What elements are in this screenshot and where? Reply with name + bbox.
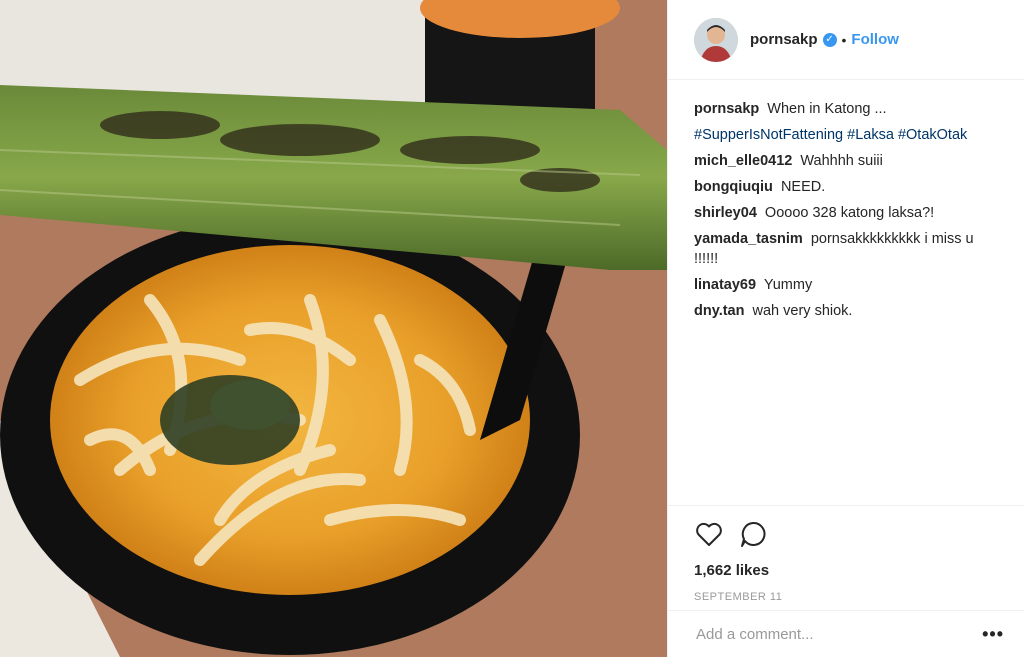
comment-username[interactable]: dny.tan <box>694 303 744 319</box>
hashtag-link[interactable]: #OtakOtak <box>898 127 967 143</box>
hashtag-link[interactable]: #Laksa <box>847 127 894 143</box>
instagram-post: pornsakp ✓ • Follow pornsakp When in Kat… <box>0 0 1024 657</box>
comment-item: dny.tan wah very shiok. <box>694 298 998 324</box>
verified-badge-icon: ✓ <box>822 32 837 47</box>
speech-bubble-icon[interactable] <box>738 519 768 549</box>
comment-item: yamada_tasnim pornsakkkkkkkkk i miss u !… <box>694 229 998 269</box>
comment-item: shirley04 Ooooo 328 katong laksa?! <box>694 200 998 226</box>
heart-icon[interactable] <box>694 519 724 549</box>
post-date[interactable]: SEPTEMBER 11 <box>694 591 998 603</box>
post-header: pornsakp ✓ • Follow <box>668 0 1024 80</box>
caption-username[interactable]: pornsakp <box>694 101 759 117</box>
comment-list: pornsakp When in Katong ... #SupperIsNot… <box>668 80 1024 324</box>
post-sidebar: pornsakp ✓ • Follow pornsakp When in Kat… <box>667 0 1024 657</box>
comment-item: linatay69 Yummy <box>694 272 998 298</box>
laksa-photo-illustration <box>0 0 667 657</box>
action-icons <box>694 516 998 552</box>
comment-item: mich_elle0412 Wahhhh suiii <box>694 148 998 174</box>
comment-username[interactable]: mich_elle0412 <box>694 153 792 169</box>
comment-text: Wahhhh suiii <box>800 153 883 169</box>
comment-username[interactable]: yamada_tasnim <box>694 231 803 247</box>
comment-text: NEED. <box>780 179 826 195</box>
likes-count[interactable]: 1,662 likes <box>694 562 998 579</box>
more-options-icon[interactable]: ••• <box>982 624 1004 645</box>
follow-button[interactable]: Follow <box>851 31 899 48</box>
comment-username[interactable]: bongqiuqiu <box>694 179 773 195</box>
comment-text: Ooooo 328 katong laksa?! <box>764 205 935 221</box>
comment-username[interactable]: linatay69 <box>694 277 756 293</box>
comment-username[interactable]: shirley04 <box>694 205 757 221</box>
comment-text: wah very shiok. <box>752 303 853 319</box>
post-username[interactable]: pornsakp <box>750 31 818 48</box>
caption: pornsakp When in Katong ... #SupperIsNot… <box>694 96 998 148</box>
avatar[interactable] <box>694 17 738 62</box>
comment-item: bongqiuqiu NEED. <box>694 174 998 200</box>
profile-photo-icon <box>694 17 738 62</box>
hashtag-link[interactable]: #SupperIsNotFattening <box>694 127 843 143</box>
caption-text: When in Katong ... <box>767 101 887 117</box>
add-comment-bar: ••• <box>668 610 1024 657</box>
comment-text: Yummy <box>763 277 813 293</box>
comment-input[interactable] <box>694 624 958 644</box>
post-actions: 1,662 likes SEPTEMBER 11 <box>668 505 1024 603</box>
post-photo[interactable] <box>0 0 667 657</box>
separator-dot: • <box>841 31 847 48</box>
